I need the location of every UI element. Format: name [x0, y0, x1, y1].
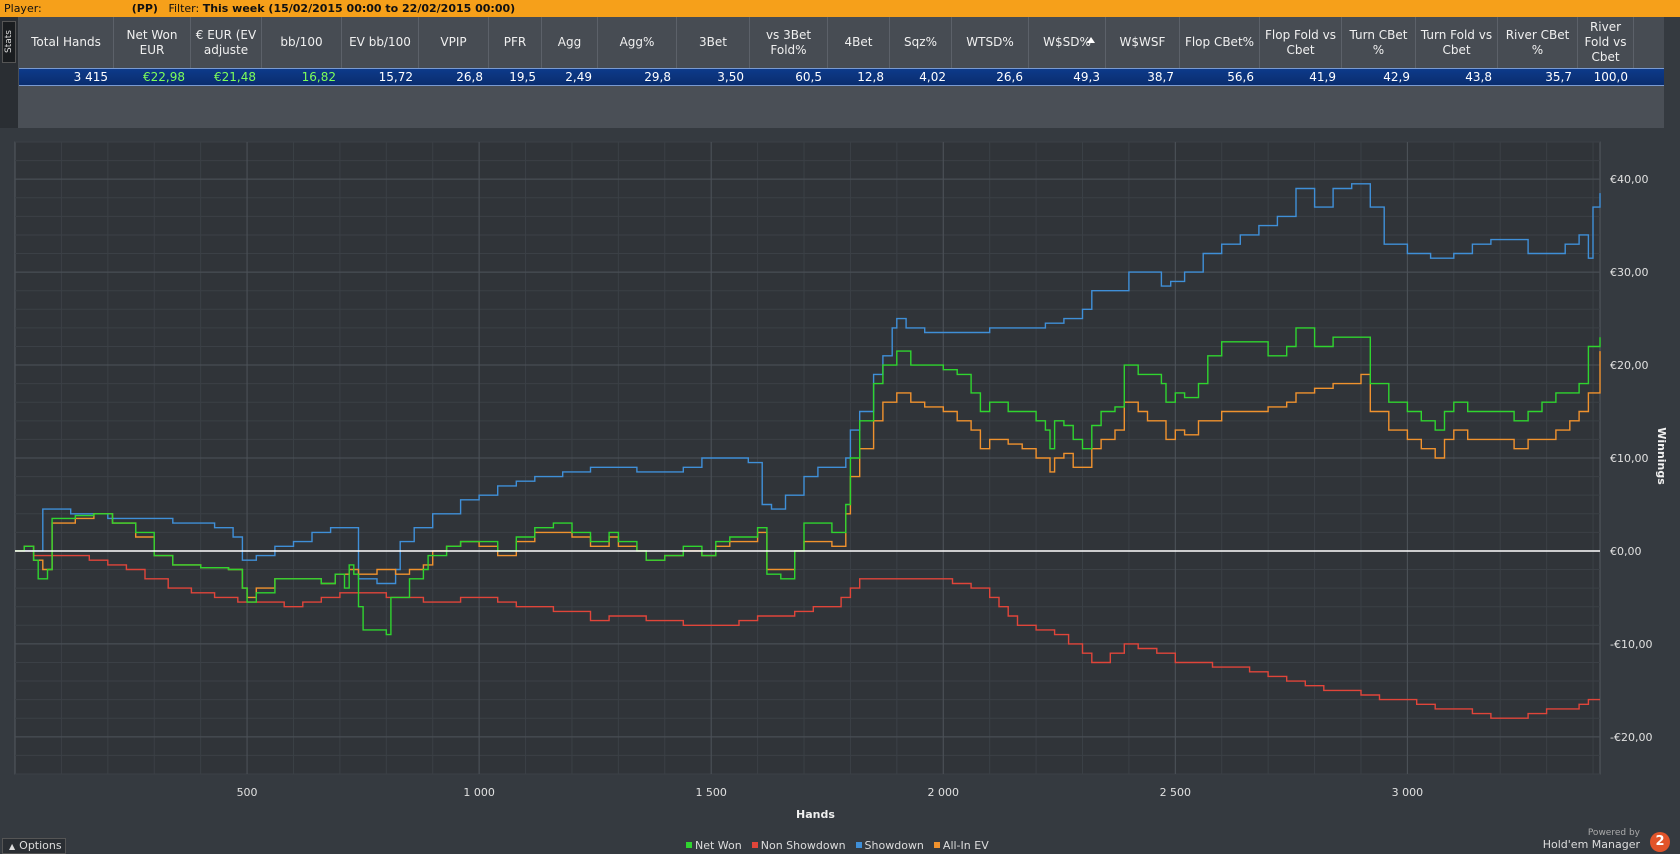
column-header[interactable]: Agg	[542, 17, 598, 68]
stat-value: 26,6	[996, 70, 1023, 84]
column-header[interactable]: River CBet %	[1498, 17, 1578, 68]
x-tick-label: 500	[237, 786, 258, 799]
stat-value: 16,82	[301, 70, 336, 84]
stat-value: €22,98	[143, 70, 185, 84]
options-label: Options	[19, 839, 62, 852]
player-tag[interactable]: (PP)	[132, 2, 158, 15]
stats-tab[interactable]: Stats	[2, 21, 16, 63]
stat-value: 19,5	[509, 70, 536, 84]
stat-value: 100,0	[1593, 70, 1628, 84]
powered-by-brand: Hold'em Manager	[1542, 838, 1640, 851]
winnings-graph: 500 1 000 1 500 2 000 2 500 3 000 €40,00 €30,00…	[0, 128, 1680, 854]
filter-label: Filter:	[168, 2, 200, 15]
column-header[interactable]: Total Hands	[19, 17, 114, 68]
legend-swatch	[751, 842, 758, 848]
legend-item[interactable]: Net Won	[686, 838, 742, 852]
x-tick-label: 2 000	[928, 786, 960, 799]
powered-by: Powered by Hold'em Manager	[1543, 828, 1640, 850]
sort-ascending-icon	[1087, 37, 1095, 43]
y-tick-label: €30,00	[1610, 266, 1649, 279]
x-tick-label: 2 500	[1160, 786, 1192, 799]
y-tick-label: €40,00	[1610, 173, 1649, 186]
legend-item[interactable]: All-In EV	[933, 838, 989, 852]
column-header[interactable]: Turn CBet %	[1342, 17, 1416, 68]
legend-swatch	[686, 842, 692, 848]
column-header[interactable]: W$SD%	[1029, 17, 1106, 68]
stat-value: €21,48	[214, 70, 256, 84]
column-header[interactable]: Flop CBet%	[1180, 17, 1260, 68]
y-tick-label: -€10,00	[1610, 638, 1652, 651]
stat-value: 38,7	[1147, 70, 1174, 84]
y-tick-label: -€20,00	[1610, 731, 1652, 744]
column-header[interactable]: Turn Fold vs Cbet	[1416, 17, 1498, 68]
column-header[interactable]: bb/100	[262, 17, 342, 68]
column-header[interactable]: WTSD%	[952, 17, 1029, 68]
x-tick-label: 3 000	[1392, 786, 1424, 799]
y-axis-label: Winnings	[1655, 427, 1668, 485]
hem-logo-icon: 2	[1650, 832, 1670, 852]
filter-bar: Player: (PP) Filter: This week (15/02/201…	[0, 0, 1680, 17]
y-tick-label: €0,00	[1610, 545, 1642, 558]
stats-data-row[interactable]: 3 415 €22,98 €21,48 16,82 15,72 26,8 19,5 2,49 2…	[19, 68, 1664, 86]
x-tick-label: 1 500	[695, 786, 727, 799]
filter-value[interactable]: This week (15/02/2015 00:00 to 22/02/201…	[203, 2, 515, 15]
stats-grid: Total Hands Net Won EUR € EUR (EV adjuste b…	[19, 17, 1664, 128]
stat-value: 26,8	[456, 70, 483, 84]
stat-value: 4,02	[919, 70, 946, 84]
chart-legend: Net Won Non Showdown Showdown All-In EV	[686, 838, 989, 852]
column-header[interactable]: PFR	[489, 17, 542, 68]
stat-value: 56,6	[1227, 70, 1254, 84]
column-header[interactable]: vs 3Bet Fold%	[750, 17, 828, 68]
column-header[interactable]: EV bb/100	[342, 17, 419, 68]
column-header[interactable]: Agg%	[598, 17, 677, 68]
x-axis-label: Hands	[796, 808, 835, 821]
stat-value: 42,9	[1383, 70, 1410, 84]
stat-value: 15,72	[378, 70, 413, 84]
column-header[interactable]: W$WSF	[1106, 17, 1180, 68]
stat-value: 60,5	[795, 70, 822, 84]
stats-side-panel: Stats	[0, 17, 19, 128]
stat-value: 12,8	[857, 70, 884, 84]
stat-value: 49,3	[1073, 70, 1100, 84]
winnings-chart-svg: 500 1 000 1 500 2 000 2 500 3 000 €40,00 €30,00…	[14, 141, 1668, 821]
legend-swatch	[855, 842, 862, 848]
legend-label: Showdown	[864, 838, 924, 852]
legend-label: Net Won	[695, 838, 742, 852]
y-tick-label: €20,00	[1610, 359, 1649, 372]
column-header[interactable]: VPIP	[419, 17, 489, 68]
column-header[interactable]: Flop Fold vs Cbet	[1260, 17, 1342, 68]
column-header[interactable]: River Fold vs Cbet	[1578, 17, 1634, 68]
legend-swatch	[933, 842, 940, 848]
legend-label: Non Showdown	[760, 838, 846, 852]
stat-value: 29,8	[644, 70, 671, 84]
stat-value: 35,7	[1545, 70, 1572, 84]
column-header[interactable]: 3Bet	[677, 17, 750, 68]
legend-item[interactable]: Showdown	[855, 838, 924, 852]
column-header[interactable]: Net Won EUR	[114, 17, 191, 68]
legend-item[interactable]: Non Showdown	[751, 838, 846, 852]
x-tick-label: 1 000	[463, 786, 495, 799]
y-tick-label: €10,00	[1610, 452, 1649, 465]
legend-label: All-In EV	[942, 838, 989, 852]
stat-value: 41,9	[1309, 70, 1336, 84]
stats-header-row: Total Hands Net Won EUR € EUR (EV adjuste b…	[19, 17, 1664, 68]
column-header[interactable]: € EUR (EV adjuste	[191, 17, 262, 68]
column-header[interactable]: 4Bet	[828, 17, 890, 68]
stat-value: 2,49	[565, 70, 592, 84]
stat-value: 3,50	[717, 70, 744, 84]
stat-value: 3 415	[73, 70, 108, 84]
player-label: Player:	[4, 2, 42, 15]
column-header[interactable]: Sqz%	[890, 17, 952, 68]
stat-value: 43,8	[1465, 70, 1492, 84]
options-button[interactable]: ▲ Options	[2, 838, 66, 854]
chevron-up-icon: ▲	[9, 842, 16, 851]
